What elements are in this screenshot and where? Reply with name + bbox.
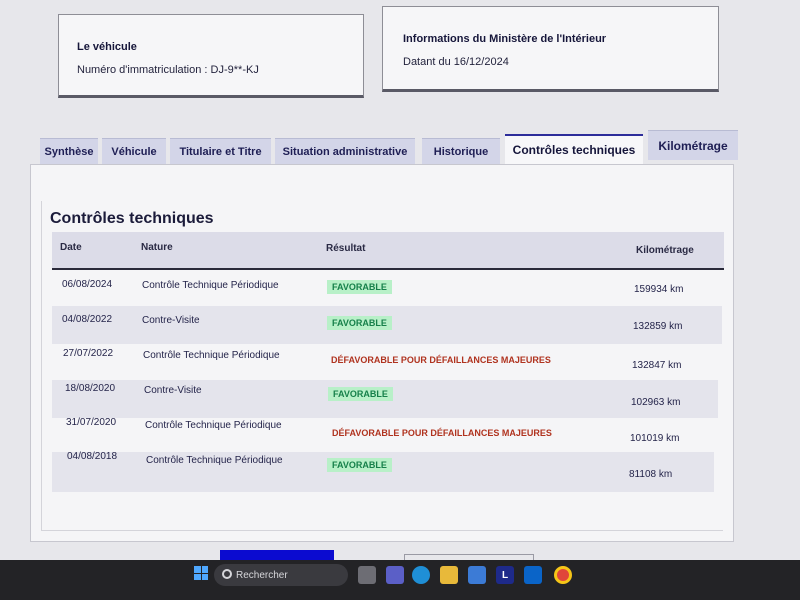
row-nature: Contrôle Technique Périodique <box>145 420 282 431</box>
row-date: 04/08/2018 <box>67 451 118 462</box>
table-row: 31/07/2020 Contrôle Technique Périodique… <box>52 416 718 454</box>
column-header-resultat: Résultat <box>326 243 366 254</box>
row-nature: Contre-Visite <box>142 315 200 326</box>
table-row: 06/08/2024 Contrôle Technique Périodique… <box>52 270 722 308</box>
tab-controles-techniques[interactable]: Contrôles techniques <box>505 134 643 164</box>
plate-number: Numéro d'immatriculation : DJ-9**-KJ <box>77 64 259 76</box>
column-header-kilometrage: Kilométrage <box>636 245 694 256</box>
result-badge: FAVORABLE <box>327 280 392 294</box>
app-letter: L <box>501 569 509 581</box>
result-badge: FAVORABLE <box>327 458 392 472</box>
tab-kilometrage[interactable]: Kilométrage <box>648 130 738 160</box>
vehicle-card: Le véhicule Numéro d'immatriculation : D… <box>58 14 364 98</box>
tab-label: Titulaire et Titre <box>179 145 262 158</box>
table-header: Date Nature Résultat Kilométrage <box>52 232 724 270</box>
tab-label: Contrôles techniques <box>512 143 636 157</box>
tab-vehicule[interactable]: Véhicule <box>102 138 166 164</box>
row-date: 04/08/2022 <box>62 314 113 325</box>
tab-label: Situation administrative <box>282 145 408 158</box>
table-row: 04/08/2022 Contre-Visite FAVORABLE 13285… <box>52 306 722 344</box>
edge-icon[interactable] <box>412 566 430 584</box>
chrome-icon[interactable] <box>554 566 572 584</box>
tab-titulaire[interactable]: Titulaire et Titre <box>170 138 271 164</box>
search-placeholder: Rechercher <box>236 569 288 581</box>
row-km: 101019 km <box>630 433 680 444</box>
row-date: 31/07/2020 <box>66 417 117 428</box>
tab-synthese[interactable]: Synthèse <box>40 138 98 164</box>
row-km: 102963 km <box>631 397 681 408</box>
table-row: 18/08/2020 Contre-Visite FAVORABLE 10296… <box>52 380 718 418</box>
row-nature: Contrôle Technique Périodique <box>142 280 279 291</box>
ministry-card: Informations du Ministère de l'Intérieur… <box>382 6 719 92</box>
row-date: 06/08/2024 <box>62 279 113 290</box>
row-km: 159934 km <box>634 284 684 295</box>
table-row: 27/07/2022 Contrôle Technique Périodique… <box>52 342 722 380</box>
row-nature: Contrôle Technique Périodique <box>143 350 280 361</box>
column-header-date: Date <box>60 242 82 253</box>
ministry-card-title: Informations du Ministère de l'Intérieur <box>403 33 607 45</box>
result-badge: FAVORABLE <box>327 316 392 330</box>
row-nature: Contre-Visite <box>144 385 202 396</box>
file-explorer-icon[interactable] <box>440 566 458 584</box>
task-view-icon[interactable] <box>358 566 376 584</box>
row-date: 27/07/2022 <box>63 348 114 359</box>
app-l-icon[interactable]: L <box>496 566 514 584</box>
tab-label: Historique <box>433 145 489 158</box>
table-row: 04/08/2018 Contrôle Technique Périodique… <box>52 451 714 492</box>
result-badge: DÉFAVORABLE POUR DÉFAILLANCES MAJEURES <box>332 428 552 438</box>
column-header-nature: Nature <box>141 242 173 253</box>
result-badge: DÉFAVORABLE POUR DÉFAILLANCES MAJEURES <box>331 355 551 365</box>
search-icon <box>222 569 232 579</box>
result-badge: FAVORABLE <box>328 387 393 401</box>
row-nature: Contrôle Technique Périodique <box>146 455 283 466</box>
row-km: 132847 km <box>632 360 682 371</box>
taskbar-search-input[interactable]: Rechercher <box>214 564 348 586</box>
row-date: 18/08/2020 <box>65 383 116 394</box>
tab-historique[interactable]: Historique <box>422 138 500 164</box>
store-icon[interactable] <box>468 566 486 584</box>
row-km: 132859 km <box>633 321 683 332</box>
tab-label: Synthèse <box>44 145 94 158</box>
data-date: Datant du 16/12/2024 <box>403 56 509 68</box>
section-title: Contrôles techniques <box>50 210 214 227</box>
windows-start-icon[interactable] <box>194 566 208 580</box>
vehicle-card-title: Le véhicule <box>77 41 137 53</box>
tab-situation-administrative[interactable]: Situation administrative <box>275 138 415 164</box>
teams-icon[interactable] <box>386 566 404 584</box>
tab-label: Véhicule <box>111 145 157 158</box>
outlook-icon[interactable] <box>524 566 542 584</box>
row-km: 81108 km <box>629 469 673 480</box>
tab-label: Kilométrage <box>658 138 728 153</box>
